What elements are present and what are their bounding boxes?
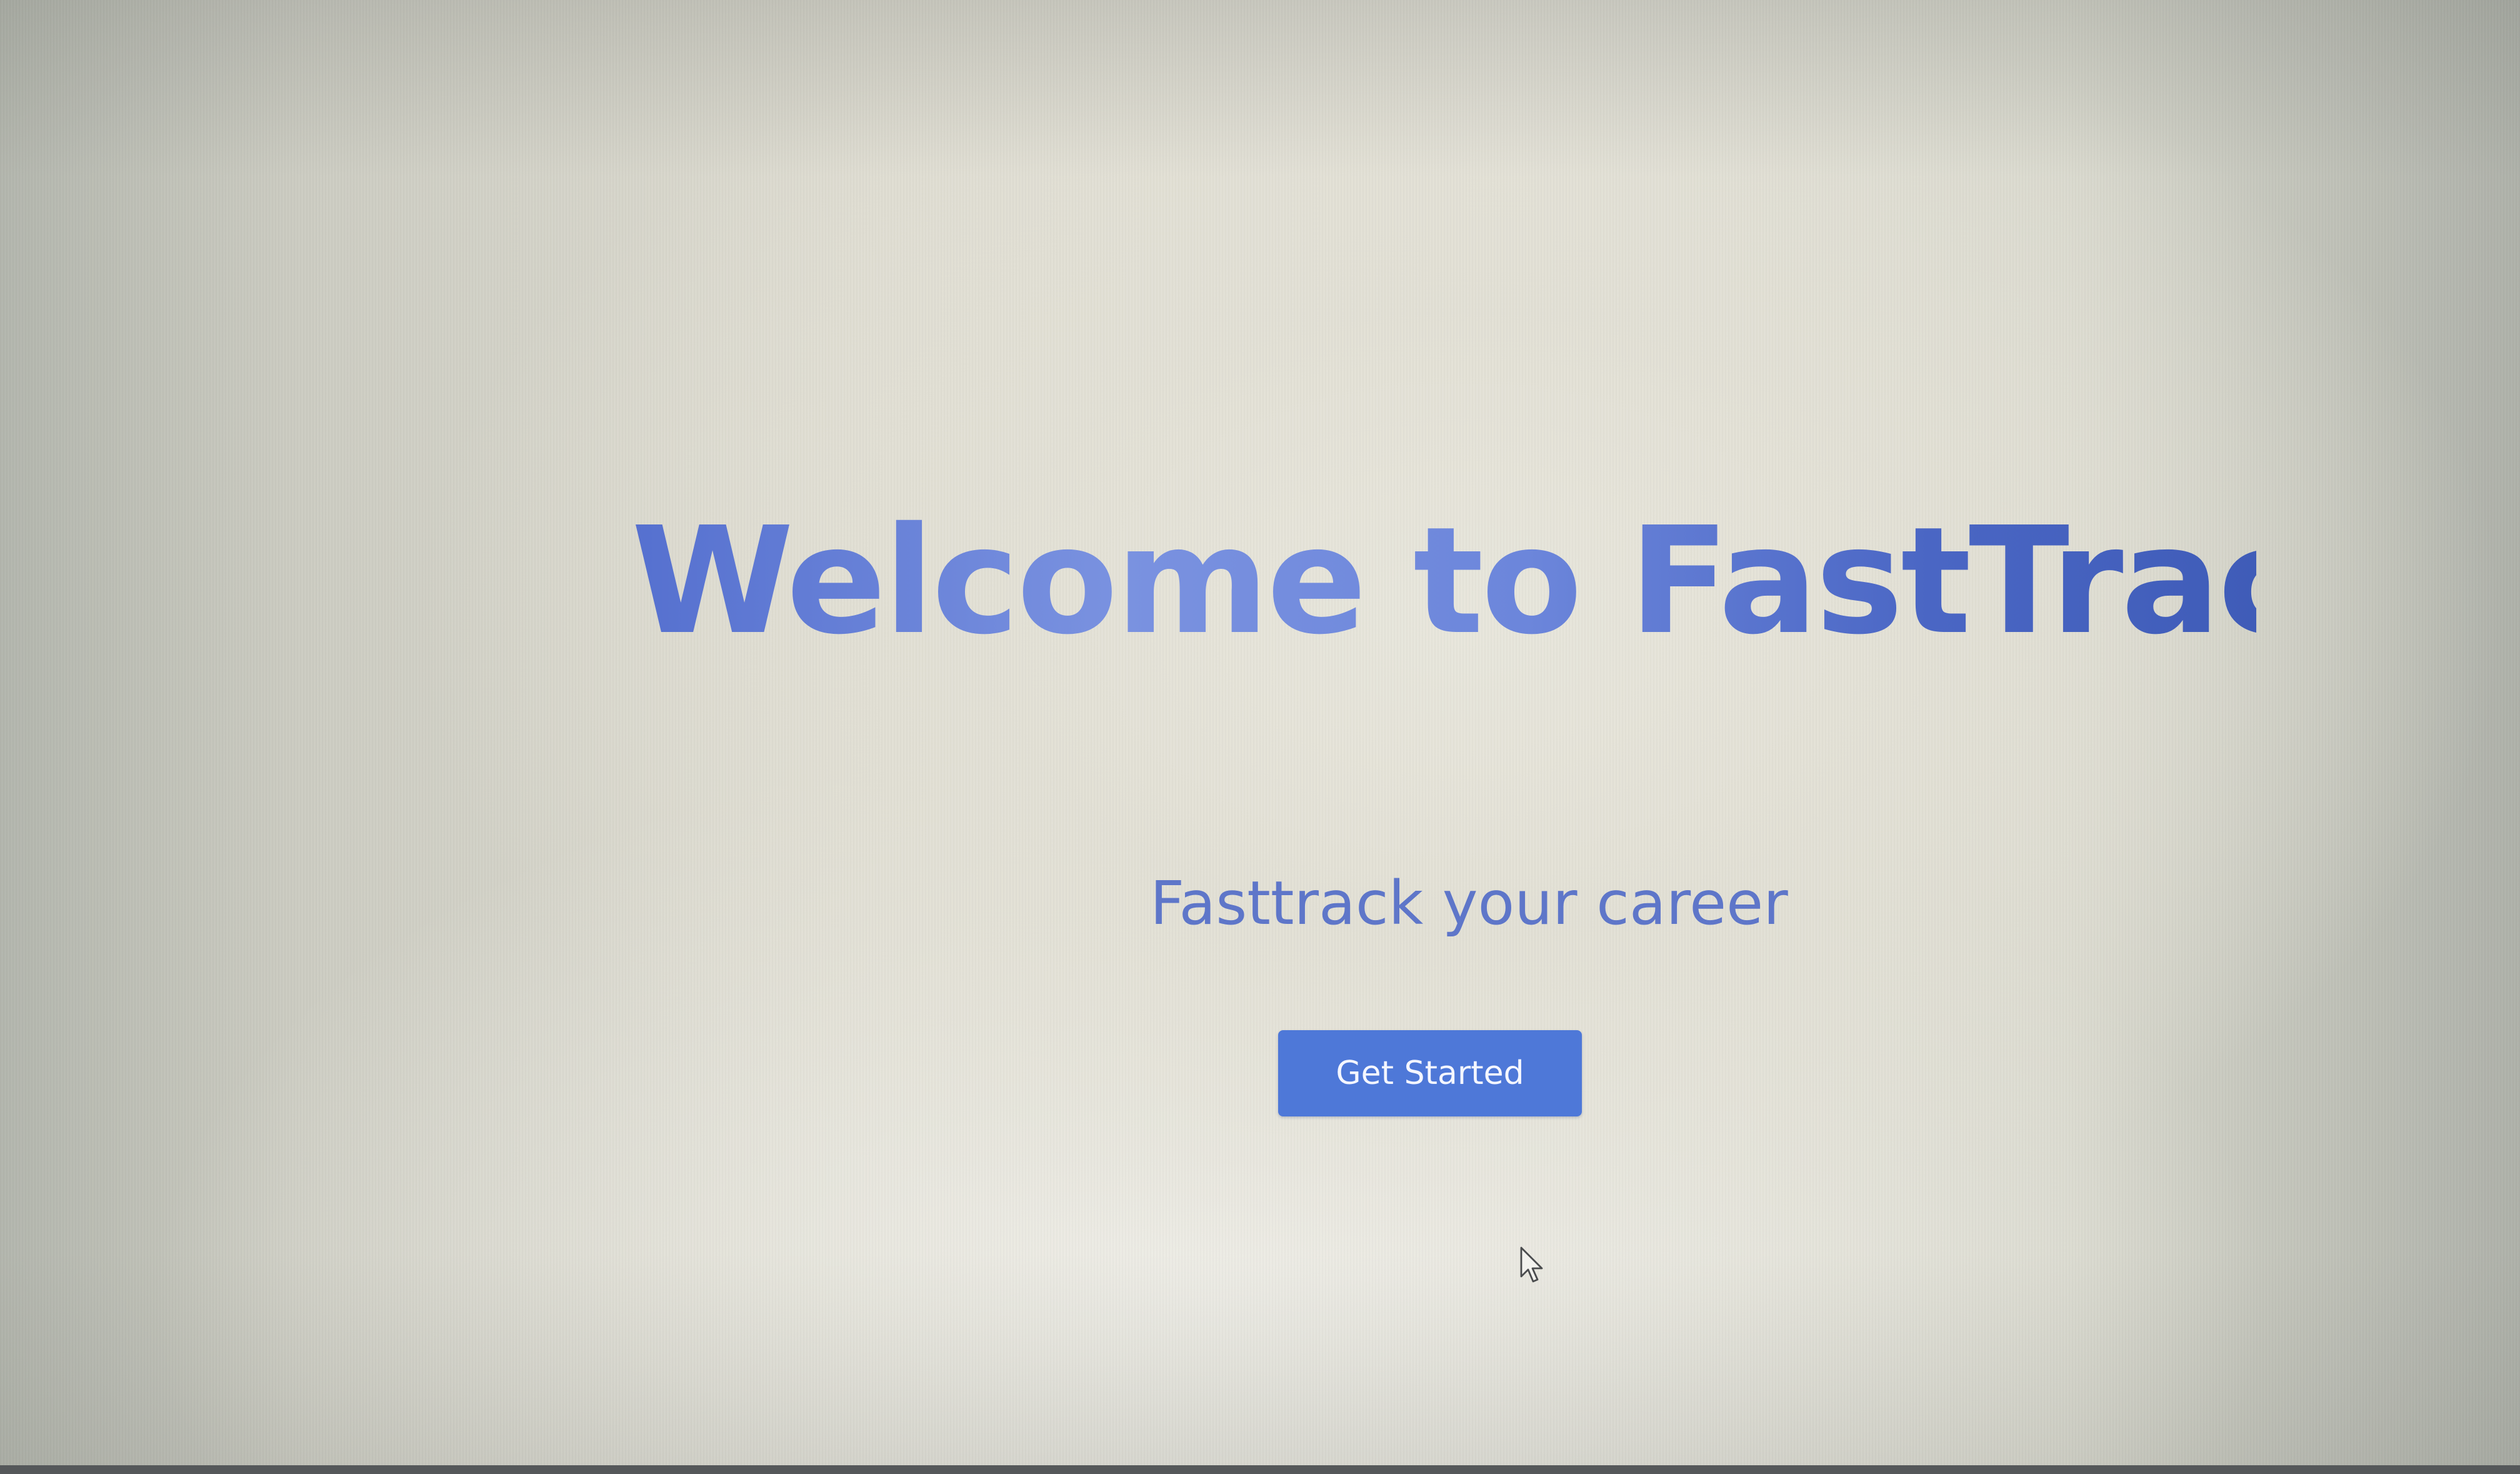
get-started-button[interactable]: Get Started — [1278, 1030, 1582, 1116]
page-subtitle: Fasttrack your career — [1150, 868, 1788, 938]
screen-bezel — [0, 1465, 2520, 1474]
mouse-pointer-icon — [1520, 1246, 1543, 1283]
page-title: Welcome to FastTrack — [631, 488, 2401, 675]
landing-hero: Welcome to FastTrack Fasttrack your care… — [0, 0, 2520, 1474]
